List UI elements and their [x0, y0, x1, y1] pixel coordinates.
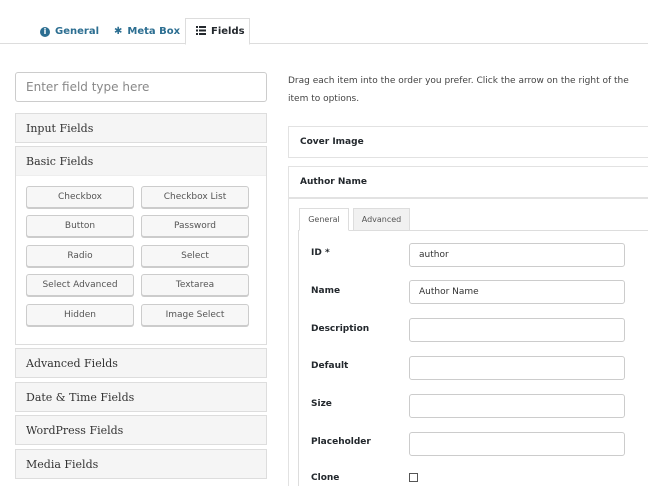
group-media-fields[interactable]: Media Fields [15, 449, 267, 479]
group-input-fields[interactable]: Input Fields [15, 113, 267, 143]
group-basic-fields-label[interactable]: Basic Fields [16, 147, 266, 176]
inner-tab-general[interactable]: General [299, 208, 349, 231]
field-type-hidden-button[interactable]: Hidden [26, 304, 134, 326]
field-type-password-button[interactable]: Password [141, 215, 249, 237]
field-type-select-advanced-button[interactable]: Select Advanced [26, 274, 134, 296]
main-tabs: i General ✱ Meta Box Fields [0, 0, 648, 45]
clone-label: Clone [311, 473, 340, 483]
drag-instructions: Drag each item into the order you prefer… [288, 76, 629, 104]
field-item-cover-image[interactable]: Cover Image [288, 126, 648, 158]
tab-fields[interactable]: Fields [185, 18, 250, 45]
field-type-image-select-button[interactable]: Image Select [141, 304, 249, 326]
description-input[interactable] [409, 318, 625, 342]
basic-field-types: Checkbox Checkbox List Button Password R… [16, 176, 266, 344]
grid-icon [196, 25, 206, 38]
field-type-search-input[interactable] [15, 72, 267, 102]
group-wordpress-fields[interactable]: WordPress Fields [15, 415, 267, 445]
field-item-author-name[interactable]: Author Name [288, 166, 648, 198]
field-type-textarea-button[interactable]: Textarea [141, 274, 249, 296]
tab-general-label: General [55, 26, 99, 37]
placeholder-input[interactable] [409, 432, 625, 456]
size-input[interactable] [409, 394, 625, 418]
inner-tab-advanced[interactable]: Advanced [353, 208, 410, 231]
tab-general[interactable]: i General [30, 18, 109, 45]
group-date-time-fields[interactable]: Date & Time Fields [15, 382, 267, 412]
clone-checkbox[interactable] [409, 473, 418, 482]
field-type-checkbox-button[interactable]: Checkbox [26, 186, 134, 208]
field-type-button-button[interactable]: Button [26, 215, 134, 237]
field-item-cover-image-label: Cover Image [300, 137, 364, 147]
default-input[interactable] [409, 356, 625, 380]
default-label: Default [311, 361, 349, 371]
tab-meta-box-label: Meta Box [127, 26, 181, 37]
group-input-fields-label: Input Fields [26, 121, 94, 135]
inner-tabs-divider [298, 230, 648, 231]
size-label: Size [311, 399, 332, 409]
id-input[interactable] [409, 243, 625, 267]
group-date-time-fields-label: Date & Time Fields [26, 390, 135, 404]
group-media-fields-label: Media Fields [26, 457, 99, 471]
group-advanced-fields-label: Advanced Fields [26, 356, 118, 370]
group-wordpress-fields-label: WordPress Fields [26, 423, 124, 437]
group-basic-fields: Basic Fields Checkbox Checkbox List Butt… [15, 146, 267, 345]
field-item-author-name-label: Author Name [300, 177, 367, 187]
field-type-select-button[interactable]: Select [141, 245, 249, 267]
info-icon: i [40, 26, 50, 37]
name-label: Name [311, 286, 341, 296]
group-advanced-fields[interactable]: Advanced Fields [15, 348, 267, 378]
name-input[interactable] [409, 280, 625, 304]
description-label: Description [311, 324, 370, 334]
placeholder-label: Placeholder [311, 437, 371, 447]
id-label: ID * [311, 248, 330, 258]
tab-meta-box[interactable]: ✱ Meta Box [104, 18, 190, 45]
gear-icon: ✱ [114, 26, 123, 37]
tab-fields-label: Fields [211, 26, 245, 37]
field-type-checkbox-list-button[interactable]: Checkbox List [141, 186, 249, 208]
field-type-radio-button[interactable]: Radio [26, 245, 134, 267]
